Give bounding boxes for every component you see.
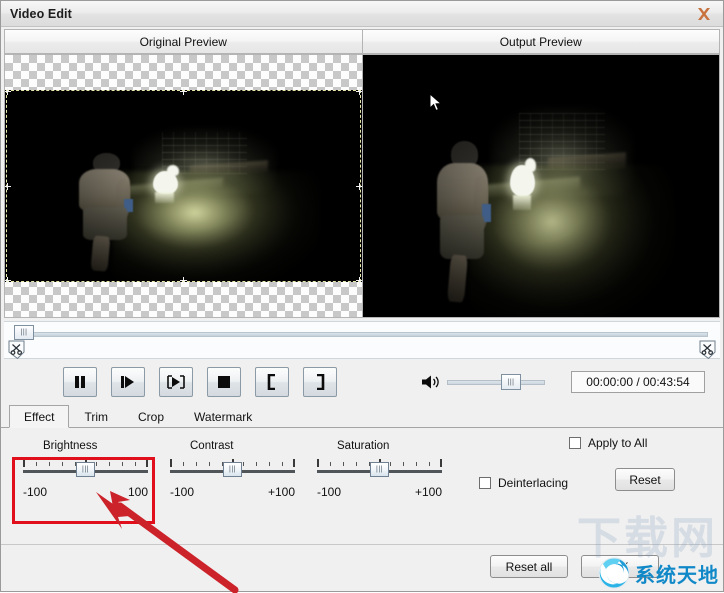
brightness-label: Brightness — [43, 440, 98, 452]
preview-panes — [4, 54, 720, 318]
next-frame-icon — [167, 375, 185, 389]
apply-to-all-checkbox[interactable]: Apply to All — [569, 436, 699, 450]
play-button[interactable] — [111, 367, 145, 397]
original-preview-pane[interactable] — [4, 54, 363, 318]
volume-handle-grip: ||| — [507, 378, 515, 386]
set-end-button[interactable] — [303, 367, 337, 397]
trim-end-scissors-icon[interactable] — [699, 340, 716, 359]
timeline-position-handle[interactable]: ||| — [14, 325, 34, 340]
deinterlacing-checkbox[interactable]: Deinterlacing — [479, 476, 568, 490]
contrast-handle[interactable]: ||| — [223, 462, 242, 477]
editor-tabs: Effect Trim Crop Watermark — [1, 405, 723, 428]
stop-button[interactable] — [207, 367, 241, 397]
brightness-handle[interactable]: ||| — [76, 462, 95, 477]
output-video-frame — [362, 55, 719, 317]
apply-to-all-checkbox-box[interactable] — [569, 437, 581, 449]
tab-effect[interactable]: Effect — [9, 405, 70, 428]
contrast-slider-group: Contrast ||| -100 +100 — [170, 440, 295, 499]
saturation-slider-group: Saturation ||| -100 +100 — [317, 440, 442, 499]
output-preview-header: Output Preview — [362, 29, 720, 54]
tab-crop[interactable]: Crop — [123, 405, 179, 427]
original-preview-header: Original Preview — [4, 29, 363, 54]
title-bar: Video Edit — [1, 1, 723, 27]
timeline-handle-grip: ||| — [20, 329, 28, 336]
video-edit-window: Video Edit Original Preview Output Previ… — [0, 0, 724, 592]
timeline-area[interactable]: ||| — [4, 321, 720, 359]
deinterlacing-checkbox-box[interactable] — [479, 477, 491, 489]
brightness-range: -100 100 — [23, 485, 148, 499]
tab-trim[interactable]: Trim — [69, 405, 123, 427]
output-preview-pane[interactable] — [362, 54, 720, 318]
deinterlacing-wrapper: Deinterlacing — [479, 476, 568, 490]
reset-all-button[interactable]: Reset all — [490, 555, 568, 578]
saturation-label: Saturation — [337, 440, 390, 452]
crop-handle-top-left[interactable] — [4, 88, 11, 95]
contrast-min-label: -100 — [170, 485, 195, 499]
effect-right-column: Apply to All Reset — [569, 436, 699, 491]
crop-handle-top-center[interactable] — [180, 88, 188, 95]
saturation-max-label: +100 — [414, 485, 442, 499]
brightness-slider-group: Brightness ||| -100 100 — [23, 440, 148, 499]
play-icon — [121, 376, 134, 388]
original-video-frame — [5, 90, 362, 282]
bracket-left-icon — [267, 374, 275, 390]
contrast-max-label: +100 — [267, 485, 295, 499]
brightness-min-label: -100 — [23, 485, 48, 499]
video-scene-output — [362, 55, 719, 317]
brightness-handle-grip: ||| — [82, 466, 89, 473]
saturation-range: -100 +100 — [317, 485, 442, 499]
crop-handle-middle-left[interactable] — [4, 183, 11, 190]
transport-controls: ||| 00:00:00 / 00:43:54 — [1, 359, 723, 405]
dialog-footer: Reset all OK — [1, 544, 723, 591]
deinterlacing-label: Deinterlacing — [498, 476, 569, 490]
speaker-icon — [422, 375, 439, 389]
next-frame-button[interactable] — [159, 367, 193, 397]
saturation-handle-grip: ||| — [376, 466, 383, 473]
apply-to-all-label: Apply to All — [588, 436, 648, 450]
preview-headers: Original Preview Output Preview — [4, 29, 720, 54]
saturation-min-label: -100 — [317, 485, 342, 499]
close-x-icon — [698, 7, 710, 20]
contrast-range: -100 +100 — [170, 485, 295, 499]
close-button[interactable] — [691, 3, 717, 24]
tab-watermark[interactable]: Watermark — [179, 405, 267, 427]
volume-handle[interactable]: ||| — [501, 374, 521, 390]
crop-handle-top-right[interactable] — [355, 88, 362, 95]
timeline-track[interactable] — [16, 332, 708, 337]
crop-handle-bottom-right[interactable] — [355, 277, 362, 284]
volume-track — [447, 380, 545, 385]
crop-handle-bottom-left[interactable] — [4, 277, 11, 284]
volume-button[interactable] — [421, 374, 441, 390]
pause-icon — [75, 376, 85, 388]
window-title: Video Edit — [10, 6, 72, 21]
contrast-slider[interactable]: ||| — [170, 457, 295, 481]
ok-button[interactable]: OK — [581, 555, 659, 578]
brightness-slider[interactable]: ||| — [23, 457, 148, 481]
time-display: 00:00:00 / 00:43:54 — [571, 371, 705, 393]
trim-start-scissors-icon[interactable] — [8, 340, 25, 359]
volume-slider[interactable]: ||| — [447, 374, 545, 390]
stop-icon — [218, 376, 230, 388]
contrast-handle-grip: ||| — [229, 466, 236, 473]
contrast-label: Contrast — [190, 440, 234, 452]
effect-panel: Brightness ||| -100 100 Contrast ||| -10… — [1, 428, 723, 544]
saturation-slider[interactable]: ||| — [317, 457, 442, 481]
crop-handle-middle-right[interactable] — [355, 183, 362, 190]
video-scene-original — [5, 90, 362, 282]
crop-handle-bottom-center[interactable] — [180, 277, 188, 284]
pause-button[interactable] — [63, 367, 97, 397]
bracket-right-icon — [317, 374, 325, 390]
set-start-button[interactable] — [255, 367, 289, 397]
brightness-max-label: 100 — [127, 485, 148, 499]
reset-button[interactable]: Reset — [615, 468, 675, 491]
saturation-handle[interactable]: ||| — [370, 462, 389, 477]
